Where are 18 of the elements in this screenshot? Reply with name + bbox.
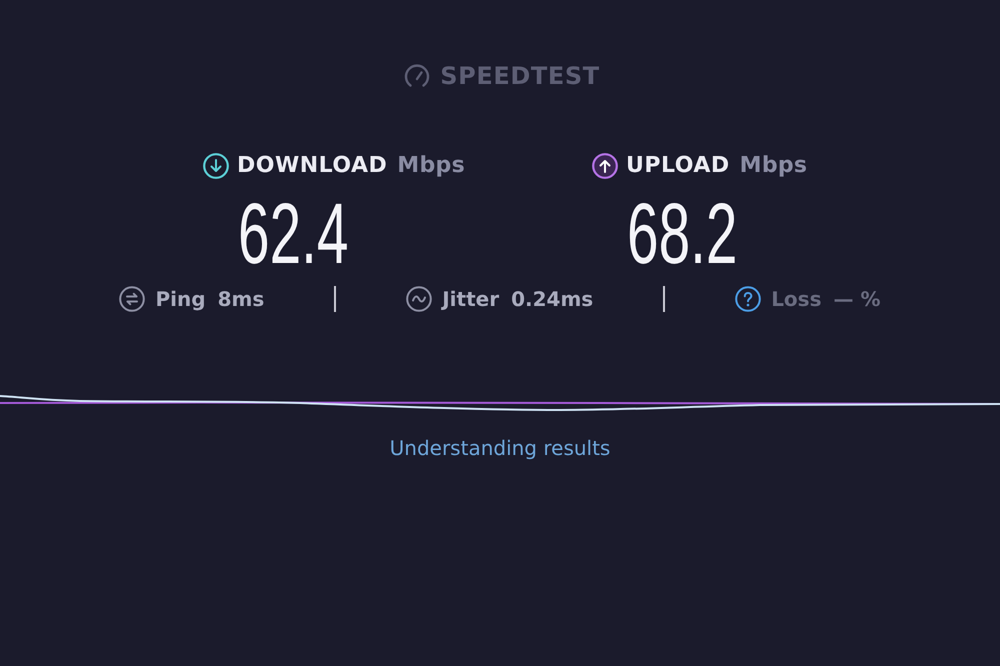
speedtest-logo-text: SPEEDTEST xyxy=(440,62,600,90)
stat-value: 0.24ms xyxy=(511,286,594,313)
help-icon[interactable] xyxy=(735,286,762,312)
wave-circle-icon xyxy=(406,286,432,312)
gauge-icon xyxy=(404,64,430,88)
speed-value: 68.2 xyxy=(627,191,738,277)
speed-value: 62.4 xyxy=(238,191,348,277)
result-label: UPLOAD xyxy=(626,152,730,180)
stat-value: 8ms xyxy=(218,286,264,313)
stat-label: Jitter xyxy=(442,286,500,313)
arrows-circle-icon xyxy=(119,286,146,312)
result-label: DOWNLOAD xyxy=(237,152,388,180)
stat-value: — % xyxy=(833,286,880,313)
stat-label: Ping xyxy=(155,286,206,313)
stat-label: Loss xyxy=(771,286,822,313)
understanding-results-link[interactable]: Understanding results xyxy=(390,436,610,460)
unit-label: Mbps xyxy=(397,152,465,180)
unit-label: Mbps xyxy=(740,152,808,180)
